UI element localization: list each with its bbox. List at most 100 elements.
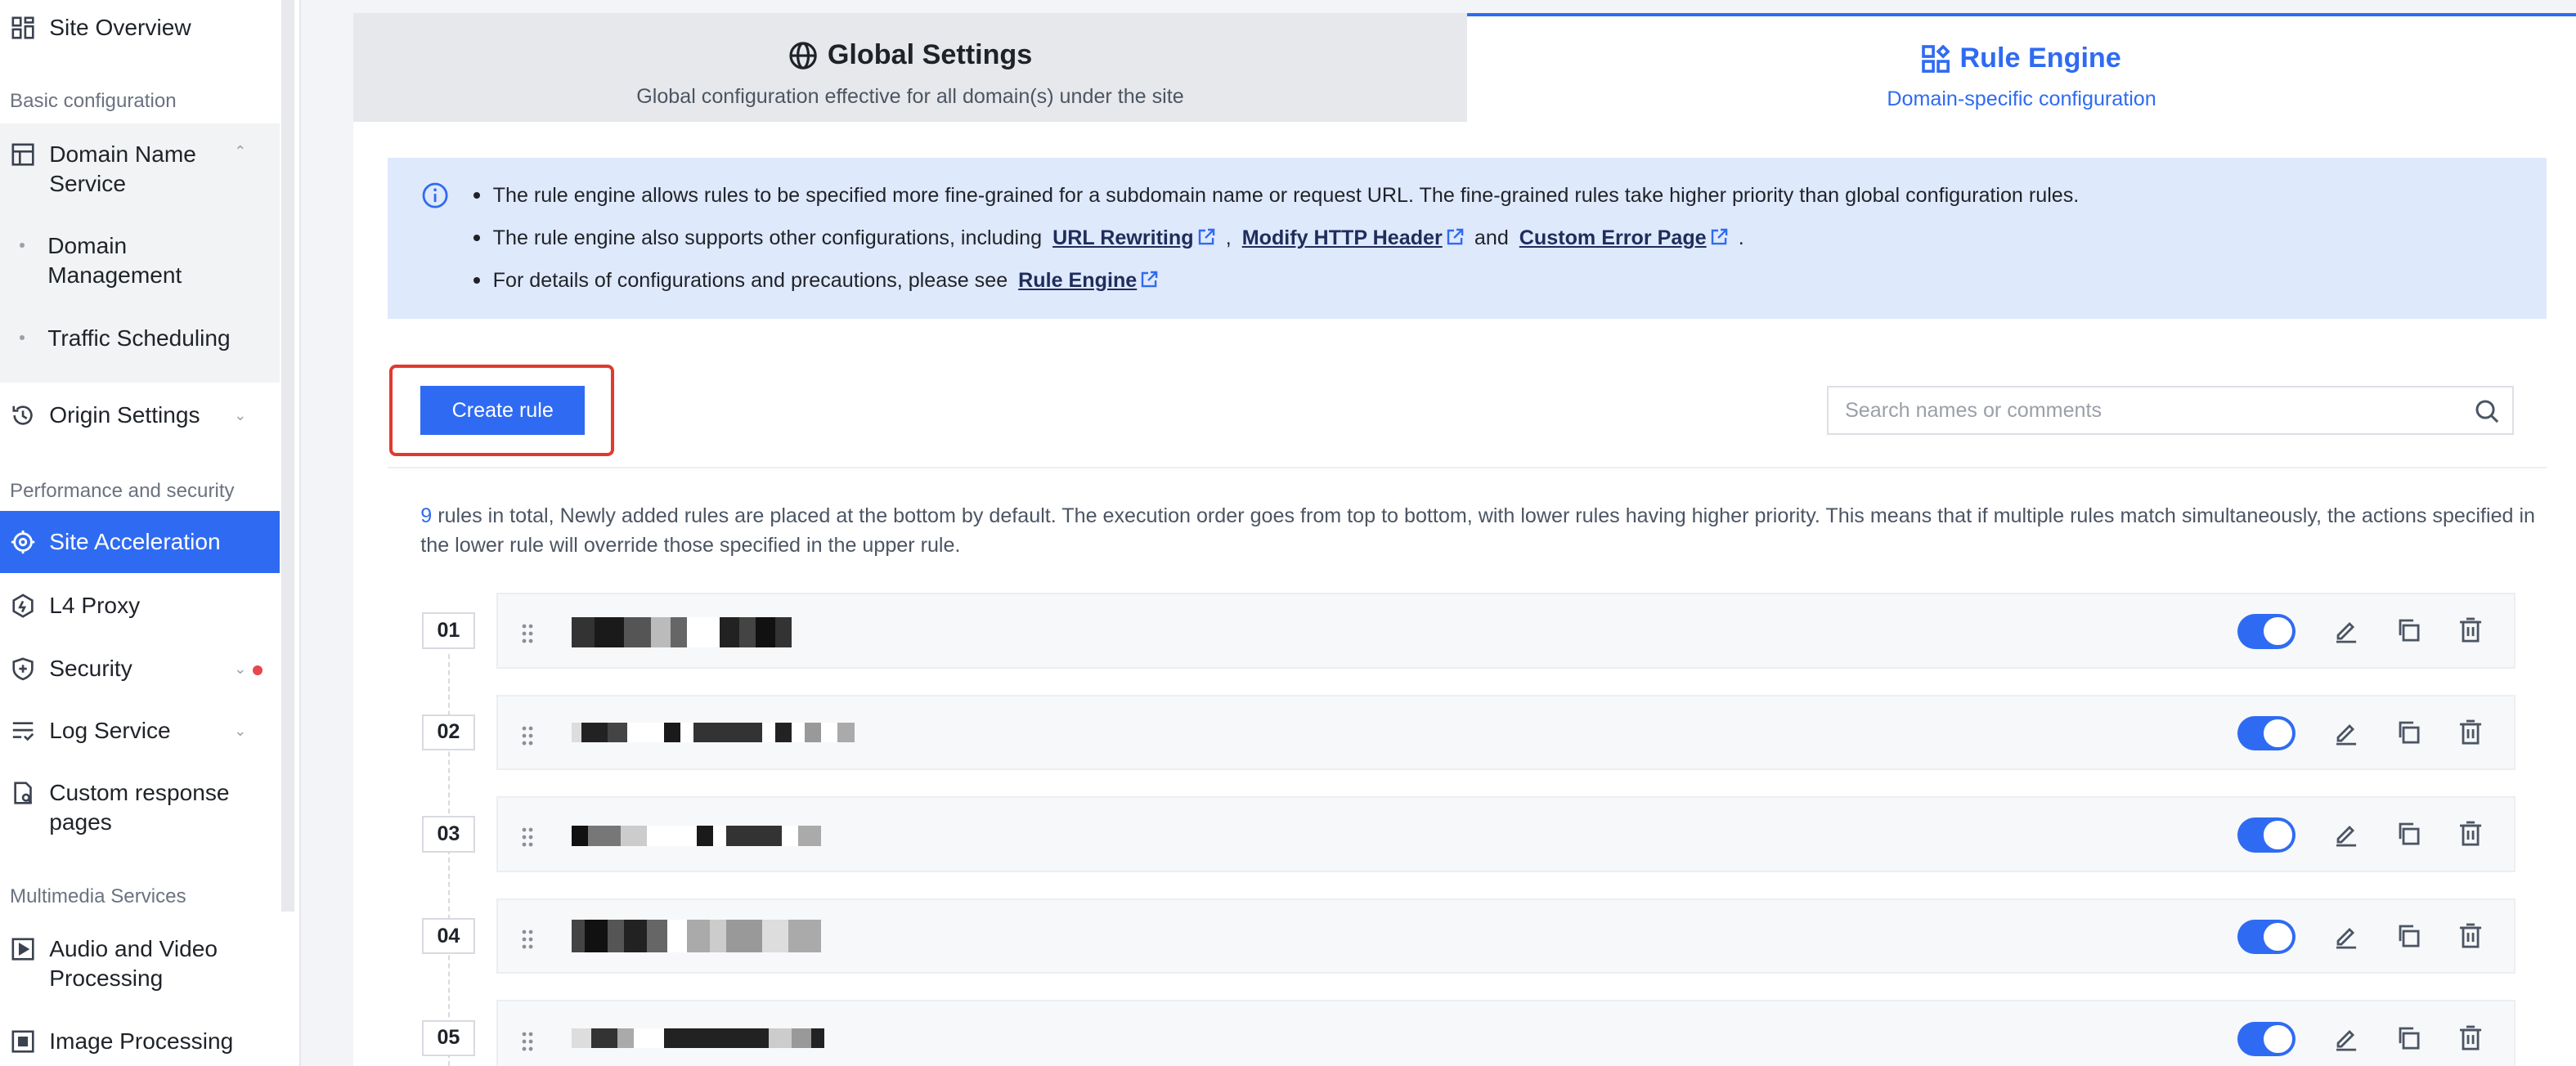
sidebar-item-label: Log Service xyxy=(49,717,171,743)
drag-handle-icon[interactable] xyxy=(521,620,534,643)
link-text: Modify HTTP Header xyxy=(1241,226,1443,250)
copy-icon[interactable] xyxy=(2395,617,2421,643)
redacted-rule-name xyxy=(572,722,855,743)
search-box[interactable] xyxy=(1826,386,2514,436)
sidebar-item-label: Site Overview xyxy=(49,15,191,41)
acceleration-icon xyxy=(10,529,36,555)
link-text: Rule Engine xyxy=(1018,269,1138,293)
main-panel: Global Settings Global configuration eff… xyxy=(352,13,2576,1066)
sidebar-item-security[interactable]: Security ⌄ xyxy=(0,654,280,683)
edit-icon[interactable] xyxy=(2333,1025,2359,1051)
sidebar-item-label: Image Processing xyxy=(49,1028,234,1054)
notice-text: , xyxy=(1225,226,1232,250)
copy-icon[interactable] xyxy=(2395,923,2421,949)
divider xyxy=(388,466,2547,468)
edit-icon[interactable] xyxy=(2333,821,2359,848)
proxy-icon xyxy=(10,593,36,619)
rule-row[interactable] xyxy=(496,593,2515,669)
link-custom-error-page[interactable]: Custom Error Page xyxy=(1519,226,1728,249)
tab-global-settings[interactable]: Global Settings Global configuration eff… xyxy=(352,13,1468,122)
chevron-down-icon: ⌄ xyxy=(234,660,247,677)
tab-rule-engine[interactable]: Rule Engine Domain-specific configuratio… xyxy=(1467,13,2576,122)
sidebar-subitem-domain-management[interactable]: Domain Management xyxy=(20,231,212,290)
rule-enable-toggle[interactable] xyxy=(2237,1021,2296,1056)
drag-handle-icon[interactable] xyxy=(521,723,534,746)
sidebar-subitem-label: Domain Management xyxy=(47,233,182,289)
notice-text: The rule engine also supports other conf… xyxy=(492,226,1043,250)
rule-row[interactable] xyxy=(496,694,2515,771)
chevron-down-icon: ⌄ xyxy=(234,407,247,424)
sidebar-item-log-service[interactable]: Log Service ⌄ xyxy=(0,716,280,746)
page-icon xyxy=(10,780,36,806)
rule-enable-toggle[interactable] xyxy=(2237,817,2296,853)
rule-row[interactable] xyxy=(496,898,2515,974)
sidebar-item-site-overview[interactable]: Site Overview xyxy=(0,13,280,43)
delete-icon[interactable] xyxy=(2457,617,2484,643)
sidebar-item-custom-response-pages[interactable]: Custom response pages xyxy=(0,778,280,837)
sidebar-item-label: Domain Name Service xyxy=(49,141,196,196)
edit-icon[interactable] xyxy=(2333,923,2359,949)
notice-line-3: For details of configurations and precau… xyxy=(473,267,2080,310)
link-url-rewriting[interactable]: URL Rewriting xyxy=(1052,226,1215,249)
redacted-rule-name xyxy=(572,920,822,953)
chevron-down-icon: ⌄ xyxy=(234,722,247,739)
delete-icon[interactable] xyxy=(2457,719,2484,746)
dashboard-icon xyxy=(10,15,36,41)
tab-title: Rule Engine xyxy=(1959,43,2121,74)
copy-icon[interactable] xyxy=(2395,719,2421,746)
group-title-basic: Basic configuration xyxy=(10,90,177,113)
drag-handle-icon[interactable] xyxy=(521,926,534,949)
link-rule-engine[interactable]: Rule Engine xyxy=(1018,269,1158,292)
redacted-rule-name xyxy=(572,826,822,846)
delete-icon[interactable] xyxy=(2457,923,2484,949)
rule-enable-toggle[interactable] xyxy=(2237,715,2296,751)
create-rule-button[interactable]: Create rule xyxy=(420,386,586,436)
edit-icon[interactable] xyxy=(2333,719,2359,746)
external-link-icon xyxy=(1198,228,1214,245)
copy-icon[interactable] xyxy=(2395,1025,2421,1051)
sidebar-item-label: Site Acceleration xyxy=(49,528,221,554)
delete-icon[interactable] xyxy=(2457,821,2484,847)
rule-row[interactable] xyxy=(496,796,2515,872)
link-text: Custom Error Page xyxy=(1519,226,1707,250)
sidebar: Site Overview Basic configuration Domain… xyxy=(0,0,301,1066)
rule-number: 01 xyxy=(422,612,475,649)
tab-subtitle: Global configuration effective for all d… xyxy=(636,84,1184,108)
chevron-up-icon: ⌃ xyxy=(234,142,247,159)
log-icon xyxy=(10,718,36,744)
rule-number: 04 xyxy=(422,918,475,955)
link-text: URL Rewriting xyxy=(1052,226,1194,250)
sidebar-item-label: Custom response pages xyxy=(49,780,230,835)
sidebar-item-image-processing[interactable]: Image Processing xyxy=(0,1027,280,1056)
bullet-icon xyxy=(20,243,25,249)
tab-subtitle: Domain-specific configuration xyxy=(1887,87,2156,110)
drag-handle-icon[interactable] xyxy=(521,824,534,847)
rule-number: 05 xyxy=(422,1019,475,1056)
sidebar-scrollbar[interactable] xyxy=(280,0,294,911)
drag-handle-icon[interactable] xyxy=(521,1028,534,1050)
sidebar-item-dns[interactable]: Domain Name Service ⌃ xyxy=(0,140,280,199)
search-input[interactable] xyxy=(1845,397,2453,424)
info-notice: The rule engine allows rules to be speci… xyxy=(388,157,2547,319)
edit-icon[interactable] xyxy=(2333,617,2359,643)
notification-dot xyxy=(253,665,263,675)
history-icon xyxy=(10,402,36,428)
sidebar-item-audio-video[interactable]: Audio and Video Processing xyxy=(0,934,280,993)
delete-icon[interactable] xyxy=(2457,1025,2484,1051)
external-link-icon xyxy=(1711,228,1727,245)
sidebar-item-l4-proxy[interactable]: L4 Proxy xyxy=(0,591,280,620)
link-modify-http-header[interactable]: Modify HTTP Header xyxy=(1242,226,1464,249)
sidebar-subitem-traffic-scheduling[interactable]: Traffic Scheduling xyxy=(20,324,231,353)
rule-enable-toggle[interactable] xyxy=(2237,920,2296,955)
rule-number: 02 xyxy=(422,714,475,751)
rule-row[interactable] xyxy=(496,1000,2515,1066)
rule-enable-toggle[interactable] xyxy=(2237,614,2296,649)
sidebar-item-label: Origin Settings xyxy=(49,402,200,428)
sidebar-item-origin-settings[interactable]: Origin Settings ⌄ xyxy=(0,401,280,430)
copy-icon[interactable] xyxy=(2395,821,2421,847)
redacted-rule-name xyxy=(572,617,792,647)
search-icon[interactable] xyxy=(2475,399,2499,423)
sidebar-item-site-acceleration[interactable]: Site Acceleration xyxy=(0,510,280,574)
video-icon xyxy=(10,936,36,962)
notice-text: . xyxy=(1738,226,1744,250)
